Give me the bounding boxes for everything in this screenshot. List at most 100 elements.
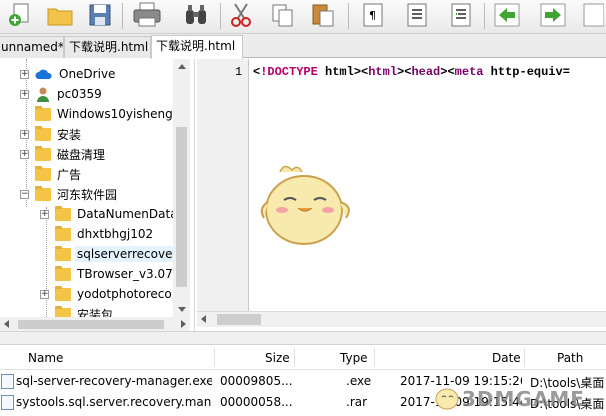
scroll-down-icon[interactable]	[178, 307, 186, 312]
tree-item-disk-cleanup[interactable]: + 磁盘清理	[20, 144, 107, 164]
align-button[interactable]	[400, 0, 434, 30]
expand-toggle[interactable]: +	[20, 149, 29, 159]
watermark-mascot-icon	[435, 388, 459, 410]
more-button[interactable]	[580, 0, 606, 30]
collapse-toggle[interactable]: −	[20, 189, 29, 199]
column-divider[interactable]	[294, 348, 295, 367]
tree-item-dhxtbhgj102[interactable]: dhxtbhgj102	[55, 224, 155, 244]
expand-toggle[interactable]: +	[40, 209, 49, 219]
tree-item-onedrive[interactable]: + OneDrive	[20, 64, 117, 84]
list-button[interactable]	[444, 0, 478, 30]
tree-item-label: DataNumenData	[77, 207, 178, 221]
tree-horizontal-scroll-thumb[interactable]	[18, 320, 164, 329]
editor-horizontal-scroll-thumb[interactable]	[217, 314, 261, 325]
column-header-date[interactable]: Date	[492, 351, 521, 365]
expand-toggle[interactable]: +	[20, 89, 29, 99]
document-icon	[583, 3, 604, 27]
binoculars-icon	[186, 5, 206, 24]
tree-item-label: 磁盘清理	[57, 147, 106, 162]
tree-item-label: dhxtbhgj102	[77, 227, 154, 241]
code-token-tag: meta	[454, 65, 484, 79]
folder-icon	[35, 125, 51, 141]
paste-button[interactable]	[306, 0, 340, 30]
mascot-watermark-icon	[260, 165, 350, 245]
code-token: http-equiv=	[483, 65, 570, 79]
forward-button[interactable]	[536, 0, 570, 30]
watermark: 3DMGAME	[434, 384, 604, 414]
arrow-left-icon	[494, 3, 520, 27]
panel-splitter[interactable]	[0, 331, 606, 345]
new-file-icon	[9, 3, 29, 26]
tree-item-sqlserverrecover[interactable]: sqlserverrecover	[55, 244, 180, 264]
toolbar-separator	[484, 3, 485, 29]
code-token-tag: html	[368, 65, 398, 79]
back-button[interactable]	[490, 0, 524, 30]
toolbar-separator	[122, 3, 123, 29]
tree-item-ads[interactable]: 广告	[35, 164, 83, 184]
folder-icon	[35, 105, 51, 121]
list-icon	[451, 3, 471, 27]
folder-icon	[35, 165, 51, 181]
code-token: html><	[317, 65, 369, 79]
cut-button[interactable]	[226, 0, 256, 30]
cloud-icon	[35, 69, 52, 79]
folder-icon	[55, 245, 71, 261]
tree-item-label: 广告	[57, 167, 82, 182]
folder-icon	[55, 205, 71, 221]
copy-button[interactable]	[266, 0, 300, 30]
save-icon	[89, 4, 111, 26]
paragraph-button[interactable]: ¶	[356, 0, 390, 30]
column-header-path[interactable]: Path	[557, 351, 583, 365]
tree-item-label: TBrowser_v3.070	[77, 267, 181, 281]
save-button[interactable]	[84, 0, 116, 30]
tree-item-windows10yisheng[interactable]: Windows10yisheng	[35, 104, 175, 124]
tree-item-datanumendata[interactable]: + DataNumenData	[40, 204, 180, 224]
new-file-button[interactable]	[2, 0, 36, 30]
folder-icon	[55, 225, 71, 241]
print-button[interactable]	[128, 0, 166, 30]
column-header-type[interactable]: Type	[340, 351, 368, 365]
printer-icon	[133, 2, 161, 27]
tree-item-label: sqlserverrecover	[75, 246, 180, 262]
tree-item-pc0359[interactable]: + pc0359	[20, 84, 104, 104]
line-number: 1	[235, 65, 243, 79]
column-divider[interactable]	[524, 348, 525, 367]
tree-item-install[interactable]: + 安装	[20, 124, 83, 144]
tree-item-label: pc0359	[57, 87, 102, 101]
folder-icon	[55, 285, 71, 301]
tree-vertical-scroll-thumb[interactable]	[176, 127, 187, 287]
toolbar-separator	[348, 3, 349, 29]
file-list-header: Name Size Type Date Path	[0, 345, 606, 370]
file-name: sql-server-recovery-manager.exe	[16, 374, 212, 388]
watermark-text: 3DMGAME	[462, 387, 585, 411]
scroll-left-icon[interactable]	[4, 320, 9, 328]
file-name: systools.sql.server.recovery.man...	[16, 395, 212, 409]
folder-open-icon	[35, 185, 51, 201]
expand-toggle[interactable]: +	[20, 129, 29, 139]
column-header-size[interactable]: Size	[265, 351, 290, 365]
tab-download-notes-1[interactable]: 下载说明.html	[64, 36, 151, 58]
scroll-left-icon[interactable]	[201, 315, 206, 323]
file-size: 00009805...	[220, 374, 293, 388]
open-file-button[interactable]	[42, 0, 78, 30]
tree-item-tbrowser[interactable]: TBrowser_v3.070	[55, 264, 182, 284]
tree-item-yodotphotoreco[interactable]: + yodotphotoreco	[40, 284, 174, 304]
code-token: ><	[397, 65, 412, 79]
code-line-1[interactable]: <!DOCTYPE html><html><head><meta http-eq…	[253, 65, 570, 79]
tab-unnamed[interactable]: unnamed*	[0, 36, 64, 58]
expand-toggle[interactable]: +	[20, 69, 29, 79]
toolbar-separator	[220, 3, 221, 29]
column-divider[interactable]	[374, 348, 375, 367]
scroll-up-icon[interactable]	[178, 64, 186, 69]
column-divider[interactable]	[214, 348, 215, 367]
paste-icon	[312, 4, 334, 27]
tree-item-hedong-software[interactable]: − 河东软件园	[20, 184, 119, 204]
paragraph-icon: ¶	[363, 3, 383, 27]
tab-download-notes-2[interactable]: 下载说明.html	[151, 35, 243, 59]
tree-item-label: OneDrive	[59, 67, 116, 81]
tree-item-label: 河东软件园	[57, 187, 118, 202]
expand-toggle[interactable]: +	[40, 289, 49, 299]
scroll-right-icon[interactable]	[181, 320, 186, 328]
find-button[interactable]	[178, 0, 214, 30]
column-header-name[interactable]: Name	[28, 351, 63, 365]
